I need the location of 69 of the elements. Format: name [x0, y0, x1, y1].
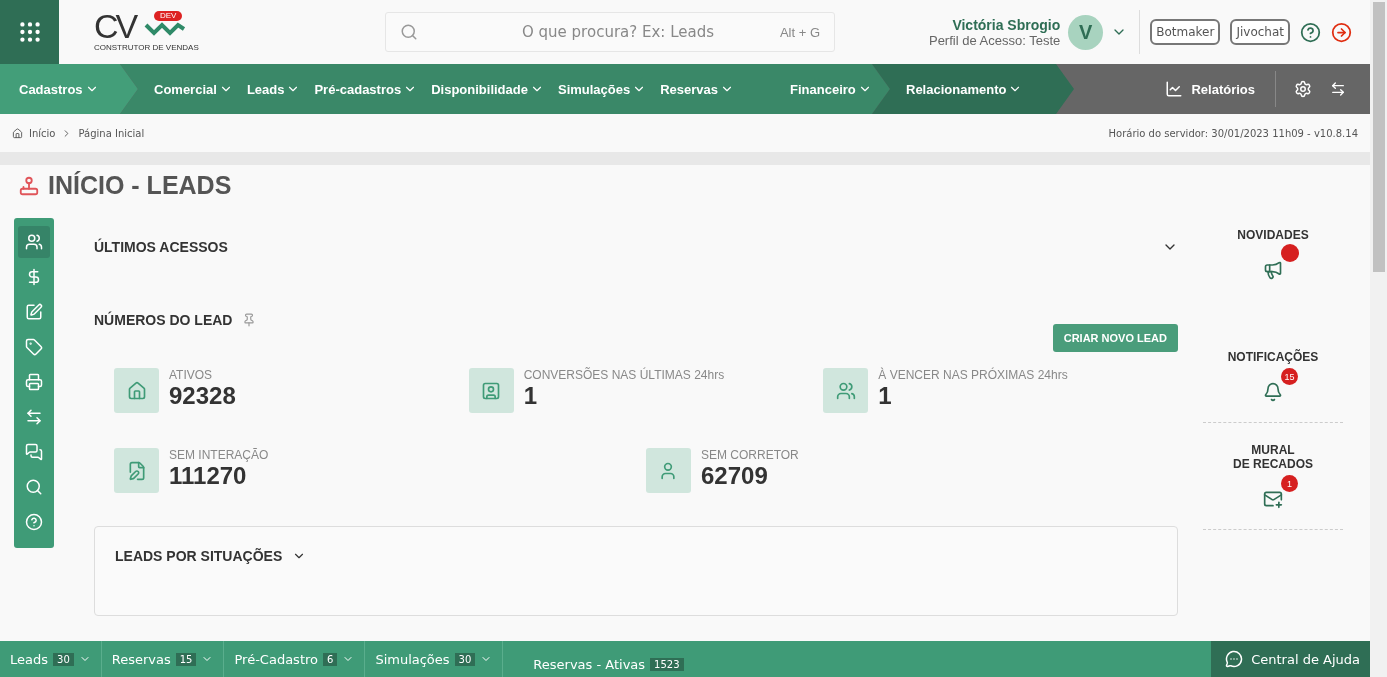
stat-value: 1 [523, 382, 538, 410]
nav-menu-item[interactable]: Relacionamento [906, 81, 1023, 97]
server-info: Horário do servidor: 30/01/2023 11h09 - v10.8.14 [1108, 127, 1358, 139]
nav-menu-item[interactable]: Reservas [660, 81, 735, 97]
mail-icon[interactable] [1263, 489, 1283, 509]
help-center-button[interactable]: Central de Ajuda [1211, 641, 1370, 677]
nav-menu-item[interactable]: Comercial [154, 81, 233, 97]
header-button[interactable]: Jivochat [1230, 19, 1290, 45]
scrollbar[interactable] [1370, 0, 1387, 677]
notification-badge: 1 [1281, 475, 1298, 492]
create-lead-button[interactable]: CRIAR NOVO LEAD [1052, 324, 1178, 352]
footer-tab[interactable]: Pré-Cadastro 6 [224, 641, 366, 677]
bell-icon[interactable] [1263, 382, 1283, 402]
swap-arrows-icon[interactable] [1330, 81, 1346, 97]
house-icon [114, 368, 159, 413]
users-icon[interactable] [18, 226, 50, 258]
pin-icon[interactable] [242, 313, 257, 327]
footer-tab[interactable]: Simulações 30 [365, 641, 504, 677]
user-avatar[interactable]: V [1068, 14, 1104, 50]
nav-menu-item[interactable]: Pré-cadastros [314, 81, 418, 97]
user-name: Victória Sbrogio [951, 16, 1061, 33]
document-pen-icon [114, 448, 159, 493]
section-title[interactable]: LEADS POR SITUAÇÕES [115, 548, 307, 564]
logo: CV DEV CONSTRUTOR DE VENDAS [94, 9, 200, 54]
panel-title: NOTIFICAÇÕES [1227, 350, 1319, 364]
stat-label: CONVERSÕES NAS ÚLTIMAS 24hrs [523, 368, 725, 382]
stat-label: ATIVOS [169, 368, 214, 382]
line-chart-icon [1165, 80, 1184, 98]
search-field[interactable]: O que procura? Ex: Leads [522, 23, 780, 41]
footer-tab[interactable]: Leads 30 [0, 641, 102, 677]
home-icon [12, 127, 23, 139]
help-icon[interactable] [1300, 21, 1321, 43]
search-icon [400, 23, 418, 41]
search-bar[interactable]: O que procura? Ex: Leads Alt + G [385, 12, 835, 52]
apps-grid-icon[interactable] [0, 0, 59, 64]
nav-menu-item[interactable]: Leads [246, 81, 301, 97]
nav-menu-item[interactable]: Simulações [557, 81, 647, 97]
chat-icon [1225, 650, 1244, 668]
users-icon [823, 368, 869, 413]
stat-label: À VENCER NAS PRÓXIMAS 24hrs [878, 368, 1068, 382]
reports-link[interactable]: Relatórios [1165, 71, 1276, 107]
breadcrumb-item: Página Inicial [78, 127, 145, 139]
panel-title: NOVIDADES [1237, 228, 1309, 242]
panel-title: MURAL DE RECADOS [1233, 443, 1313, 471]
footer-tab[interactable]: Reservas 15 [101, 641, 225, 677]
nav-menu-item[interactable]: Cadastros [19, 81, 99, 97]
access-profile: Perfil de Acesso: Teste [928, 32, 1061, 48]
user-icon [646, 448, 691, 493]
stat-value: 62709 [701, 462, 769, 490]
stat-value: 111270 [169, 462, 248, 490]
megaphone-icon[interactable] [1263, 260, 1283, 280]
footer-tab[interactable]: Reservas - Ativas 1523 [503, 641, 694, 677]
user-badge-icon [468, 368, 514, 413]
page-title: INÍCIO - LEADS [48, 171, 232, 200]
joystick-icon [18, 174, 40, 197]
header-button[interactable]: Botmaker [1150, 19, 1221, 45]
stat-label: SEM CORRETOR [701, 448, 799, 462]
section-title: NÚMEROS DO LEAD [94, 312, 233, 328]
stat-value: 1 [878, 382, 893, 410]
breadcrumb-item[interactable]: Início [29, 127, 56, 139]
stat-label: SEM INTERAÇÃO [169, 448, 269, 462]
stat-value: 92328 [169, 382, 236, 410]
logout-icon[interactable] [1331, 21, 1352, 43]
settings-icon[interactable] [1294, 80, 1312, 98]
nav-menu-item[interactable]: Disponibilidade [431, 81, 544, 97]
shortcut-hint: Alt + G [779, 24, 820, 40]
section-title: ÚLTIMOS ACESSOS [94, 239, 228, 255]
notification-badge: 15 [1281, 368, 1298, 385]
nav-menu-item[interactable]: Financeiro [790, 81, 872, 97]
